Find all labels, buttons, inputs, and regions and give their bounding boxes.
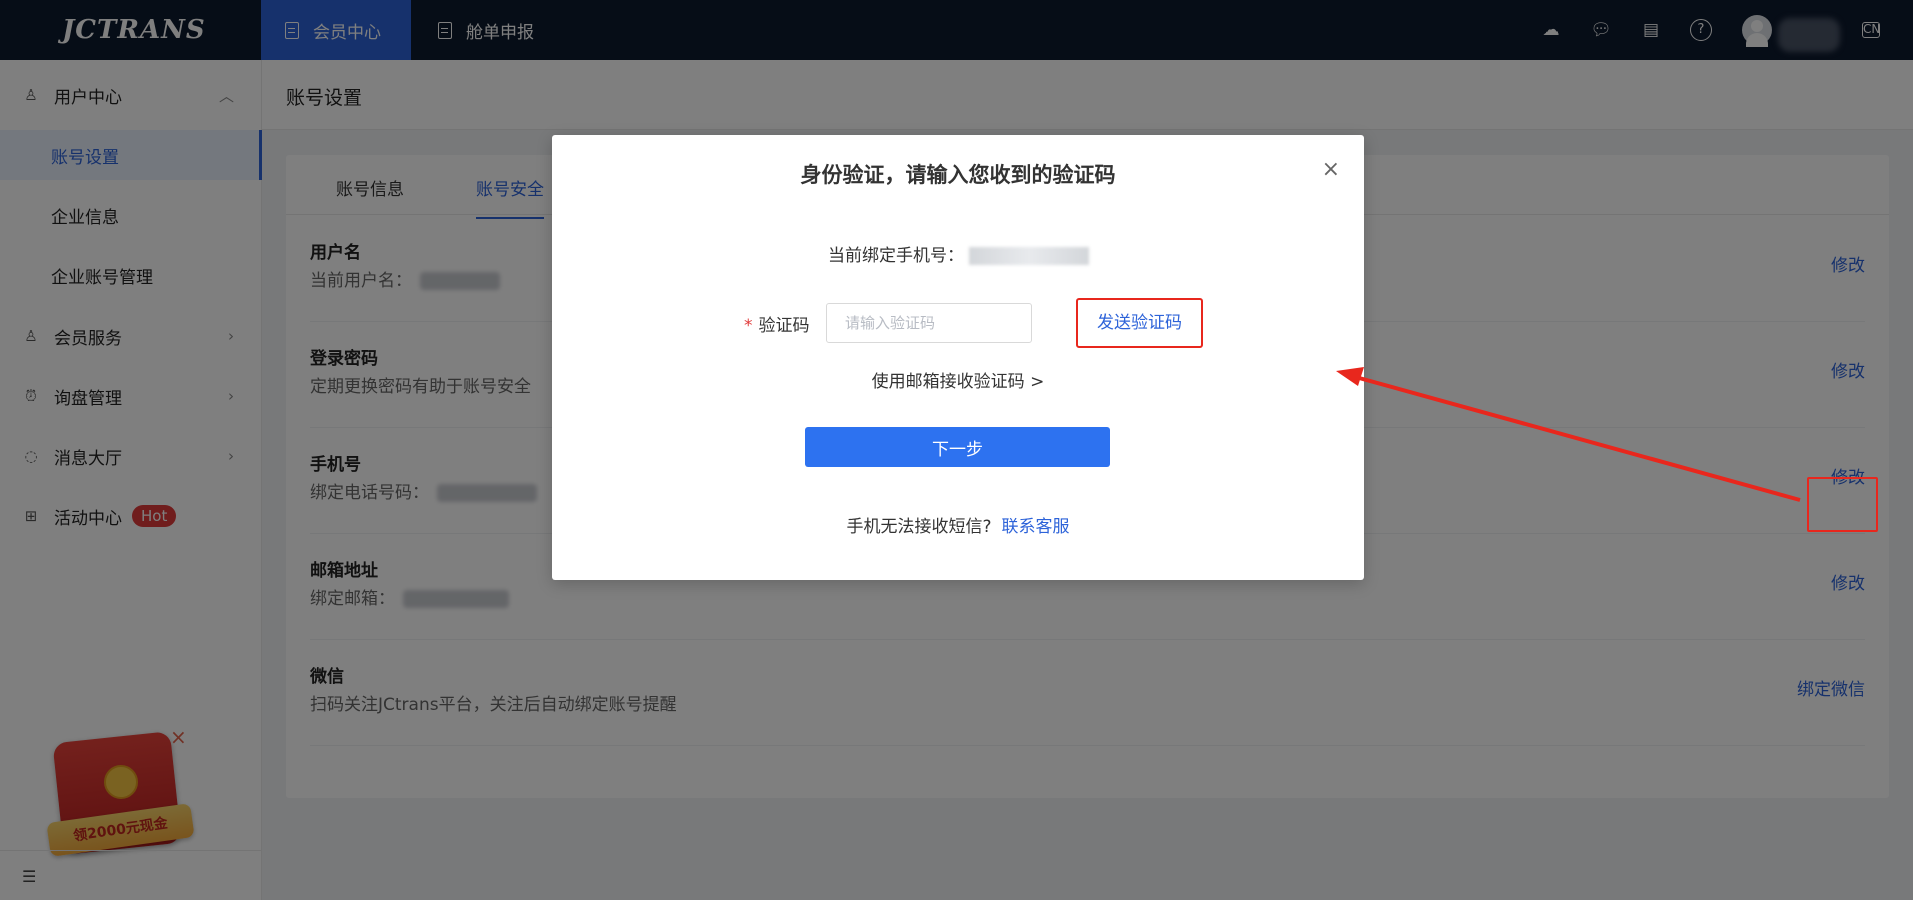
- phone-label: 当前绑定手机号：: [828, 246, 964, 266]
- annotation-highlight-box: [1807, 477, 1878, 532]
- next-step-button[interactable]: 下一步: [805, 427, 1110, 467]
- phone-number-redacted: [969, 247, 1090, 265]
- code-label: * 验证码: [744, 316, 810, 336]
- send-code-button[interactable]: 发送验证码: [1076, 298, 1203, 348]
- use-email-link[interactable]: 使用邮箱接收验证码 >: [552, 367, 1364, 392]
- help-text: 手机无法接收短信?: [846, 517, 992, 537]
- close-icon[interactable]: ×: [1322, 157, 1340, 182]
- verification-code-input[interactable]: [826, 303, 1032, 343]
- contact-support-link[interactable]: 联系客服: [1002, 517, 1070, 537]
- bound-phone-line: 当前绑定手机号：: [828, 241, 1090, 266]
- help-line: 手机无法接收短信? 联系客服: [552, 512, 1364, 537]
- verification-modal: 身份验证，请输入您收到的验证码 × 当前绑定手机号： *验证码 发送验证码 使用…: [552, 135, 1364, 580]
- modal-title: 身份验证，请输入您收到的验证码: [800, 163, 1116, 187]
- required-mark: *: [744, 316, 753, 336]
